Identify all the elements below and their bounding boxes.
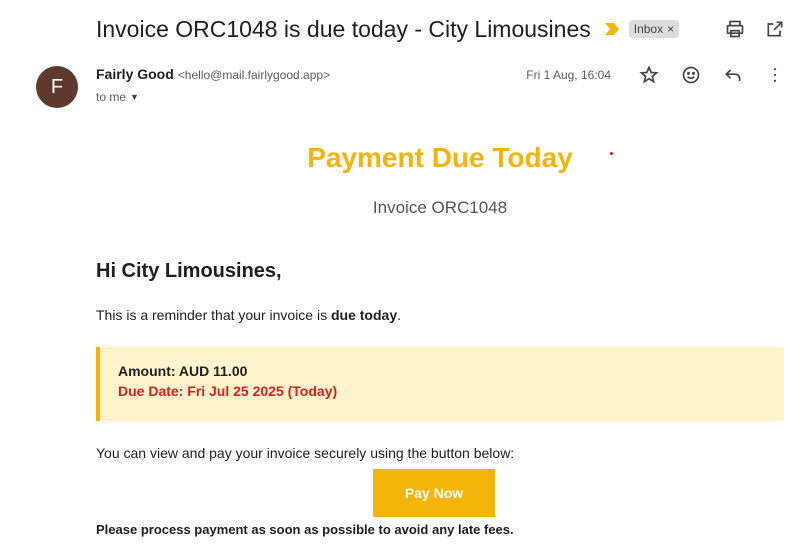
decorative-dot xyxy=(610,152,613,155)
recipient-label: to me xyxy=(96,90,127,104)
reminder-text: This is a reminder that your invoice is … xyxy=(96,307,784,323)
sender-avatar: F xyxy=(36,66,78,108)
payment-due-title: Payment Due Today xyxy=(307,142,573,173)
greeting: Hi City Limousines, xyxy=(96,260,282,282)
pay-instruction: You can view and pay your invoice secure… xyxy=(96,445,515,461)
importance-marker-icon[interactable] xyxy=(604,23,619,35)
amount-box: Amount: AUD 11.00 Due Date: Fri Jul 25 2… xyxy=(96,347,784,421)
closing-note: Please process payment as soon as possib… xyxy=(96,522,514,537)
recipient-details-toggle[interactable]: to me ▼ xyxy=(96,90,139,104)
dropdown-caret-icon: ▼ xyxy=(130,92,139,102)
remove-label-icon[interactable]: × xyxy=(667,22,674,36)
star-icon[interactable] xyxy=(638,64,660,86)
amount-due: Amount: AUD 11.00 xyxy=(118,363,248,379)
reminder-emphasis: due today xyxy=(330,307,398,323)
sender-email: <hello@mail.fairlygood.app> xyxy=(177,68,331,82)
reminder-prefix: This is a reminder that your invoice is xyxy=(96,307,331,323)
inbox-label: Inbox xyxy=(633,22,664,36)
sender-name[interactable]: Fairly Good xyxy=(96,66,174,82)
sender-line: Fairly Good <hello@mail.fairlygood.app> xyxy=(96,66,330,82)
emoji-icon[interactable] xyxy=(680,64,702,86)
due-date: Due Date: Fri Jul 25 2025 (Today) xyxy=(118,383,338,399)
invoice-number: Invoice ORC1048 xyxy=(372,198,508,217)
email-subject: Invoice ORC1048 is due today - City Limo… xyxy=(96,15,591,42)
reply-icon[interactable] xyxy=(722,64,744,86)
thread-actions xyxy=(724,18,786,40)
email-body: Payment Due Today Invoice ORC1048 Hi Cit… xyxy=(96,130,784,537)
open-in-new-window-icon[interactable] xyxy=(764,18,786,40)
inbox-label-chip[interactable]: Inbox × xyxy=(628,20,680,38)
email-date: Fri 1 Aug, 16:04 xyxy=(526,68,611,82)
subject-row: Invoice ORC1048 is due today - City Limo… xyxy=(96,13,790,45)
more-options-icon[interactable] xyxy=(764,64,786,86)
pay-now-button[interactable]: Pay Now xyxy=(373,469,495,517)
reminder-suffix: . xyxy=(397,307,401,323)
message-actions xyxy=(638,64,786,86)
print-icon[interactable] xyxy=(724,18,746,40)
